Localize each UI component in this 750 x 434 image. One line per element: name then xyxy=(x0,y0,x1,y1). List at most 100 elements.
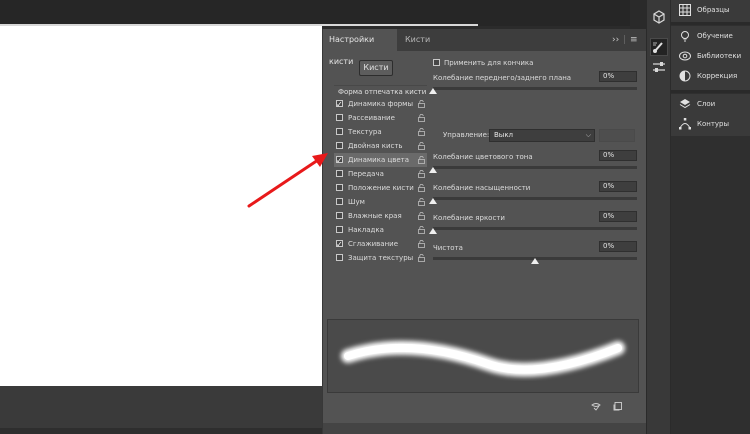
brush-option-item[interactable]: Текстура xyxy=(334,125,427,139)
chevron-down-icon: ⌵ xyxy=(585,131,591,139)
lock-icon[interactable] xyxy=(418,100,425,108)
layers-group: Слои Контуры xyxy=(671,94,750,136)
dock-separator xyxy=(671,90,750,93)
slider-label: Колебание переднего/заднего плана xyxy=(433,74,572,82)
lock-icon[interactable] xyxy=(418,156,425,164)
control-extra-field xyxy=(599,129,635,142)
brush-option-item[interactable]: Сглаживание xyxy=(334,237,427,252)
brush-settings-icon-active[interactable] xyxy=(650,38,668,56)
lock-icon[interactable] xyxy=(418,184,425,192)
brush-option-checkbox[interactable] xyxy=(336,142,343,149)
brush-option-checkbox[interactable] xyxy=(336,98,343,112)
adjustments-icon xyxy=(679,70,691,82)
slider-value-field[interactable]: 0% xyxy=(599,211,637,222)
brushes-button[interactable]: Кисти xyxy=(359,60,393,76)
document-canvas[interactable] xyxy=(0,26,322,386)
brush-stroke-preview xyxy=(327,319,639,393)
slider-thumb[interactable] xyxy=(531,258,539,264)
brush-option-label: Текстура xyxy=(348,128,382,136)
apply-per-tip-option[interactable]: Применить для кончика xyxy=(433,57,533,69)
slider-value-field[interactable]: 0% xyxy=(599,150,637,161)
brush-option-checkbox[interactable] xyxy=(336,226,343,233)
brush-option-item[interactable]: Защита текстуры xyxy=(334,251,427,265)
toggle-live-tip-icon[interactable] xyxy=(591,401,601,411)
slider-track[interactable] xyxy=(433,227,637,230)
tab-brush-settings[interactable]: Настройки кисти xyxy=(323,29,397,66)
brush-option-item[interactable]: Шум xyxy=(334,195,427,209)
brush-option-label: Защита текстуры xyxy=(348,254,414,262)
brush-option-label: Рассеивание xyxy=(348,114,395,122)
brush-settings-panel: Настройки кисти Кисти ›› | ≡ Кисти Форма… xyxy=(322,29,647,434)
brush-option-checkbox[interactable] xyxy=(336,128,343,135)
cube-icon[interactable] xyxy=(650,8,668,26)
lock-icon[interactable] xyxy=(418,198,425,206)
document-tab-strip xyxy=(0,0,630,26)
lock-icon[interactable] xyxy=(418,142,425,150)
lock-icon[interactable] xyxy=(418,212,425,220)
slider-label: Колебание цветового тона xyxy=(433,153,533,161)
lock-icon[interactable] xyxy=(418,128,425,136)
brush-option-item[interactable]: Влажные края xyxy=(334,209,427,223)
lock-icon[interactable] xyxy=(418,240,425,248)
lock-icon[interactable] xyxy=(418,226,425,234)
slider-value-field[interactable]: 0% xyxy=(599,71,637,82)
slider-value-field[interactable]: 0% xyxy=(599,181,637,192)
paths-icon xyxy=(679,118,691,130)
slider-track[interactable] xyxy=(433,166,637,169)
brush-option-item[interactable]: Передача xyxy=(334,167,427,181)
lock-icon[interactable] xyxy=(418,254,425,262)
slider-track[interactable] xyxy=(433,197,637,200)
slider-value-field[interactable]: 0% xyxy=(599,241,637,252)
brush-option-item[interactable]: Положение кисти xyxy=(334,181,427,195)
slider-thumb[interactable] xyxy=(429,228,437,234)
brush-option-label: Динамика цвета xyxy=(348,156,410,164)
right-dock: Образцы Обучение Библиотеки Коррекция Сл… xyxy=(671,0,750,434)
lock-icon[interactable] xyxy=(418,114,425,122)
brush-option-item[interactable]: Накладка xyxy=(334,223,427,237)
brush-option-label: Динамика формы xyxy=(348,100,413,108)
panel-paths[interactable]: Контуры xyxy=(671,114,750,134)
new-brush-icon[interactable] xyxy=(613,401,623,411)
tab-brushes[interactable]: Кисти xyxy=(399,29,436,51)
apply-per-tip-checkbox[interactable] xyxy=(433,59,440,66)
brush-option-checkbox[interactable] xyxy=(336,184,343,191)
lock-icon[interactable] xyxy=(418,170,425,178)
panel-menu-icon[interactable]: ≡ xyxy=(630,29,638,51)
brush-option-checkbox[interactable] xyxy=(336,212,343,219)
brush-option-label: Двойная кисть xyxy=(348,142,403,150)
workspace-bottom xyxy=(0,386,322,434)
brush-option-checkbox[interactable] xyxy=(336,254,343,261)
brush-option-item[interactable]: Рассеивание xyxy=(334,111,427,125)
panel-layers[interactable]: Слои xyxy=(671,94,750,114)
horizontal-scrollbar[interactable] xyxy=(0,428,322,434)
brush-option-item[interactable]: Двойная кисть xyxy=(334,139,427,153)
brush-tip-shape-item[interactable]: Форма отпечатка кисти xyxy=(334,85,427,97)
brush-options-list: Форма отпечатка кисти Динамика формы Расс… xyxy=(334,85,427,265)
slider-thumb[interactable] xyxy=(429,88,437,94)
panel-swatches[interactable]: Образцы xyxy=(671,0,750,20)
panel-learn[interactable]: Обучение xyxy=(671,26,750,46)
panel-libraries[interactable]: Библиотеки xyxy=(671,46,750,66)
brush-option-checkbox[interactable] xyxy=(336,154,343,168)
brush-option-checkbox[interactable] xyxy=(336,198,343,205)
brush-option-checkbox[interactable] xyxy=(336,238,343,252)
lightbulb-icon xyxy=(681,31,689,42)
panel-adjustments-label: Коррекция xyxy=(697,72,738,80)
slider-thumb[interactable] xyxy=(429,167,437,173)
brush-option-label: Шум xyxy=(348,198,365,206)
brush-option-checkbox[interactable] xyxy=(336,114,343,121)
panel-adjustments[interactable]: Коррекция xyxy=(671,66,750,86)
slider-track[interactable] xyxy=(433,87,637,90)
slider-thumb[interactable] xyxy=(429,198,437,204)
libraries-icon xyxy=(679,51,691,61)
swatches-group: Образцы xyxy=(671,0,750,22)
panel-tab-bar: Настройки кисти Кисти ›› | ≡ xyxy=(323,29,647,66)
brush-option-checkbox[interactable] xyxy=(336,170,343,177)
learn-group: Обучение Библиотеки Коррекция xyxy=(671,26,750,90)
layers-icon xyxy=(679,99,691,109)
brush-option-item[interactable]: Динамика формы xyxy=(334,97,427,112)
brush-option-item[interactable]: Динамика цвета xyxy=(334,153,427,168)
collapse-icon[interactable]: ›› xyxy=(612,29,619,51)
sliders-icon[interactable] xyxy=(650,58,668,76)
control-select[interactable]: Выкл ⌵ xyxy=(489,129,595,142)
